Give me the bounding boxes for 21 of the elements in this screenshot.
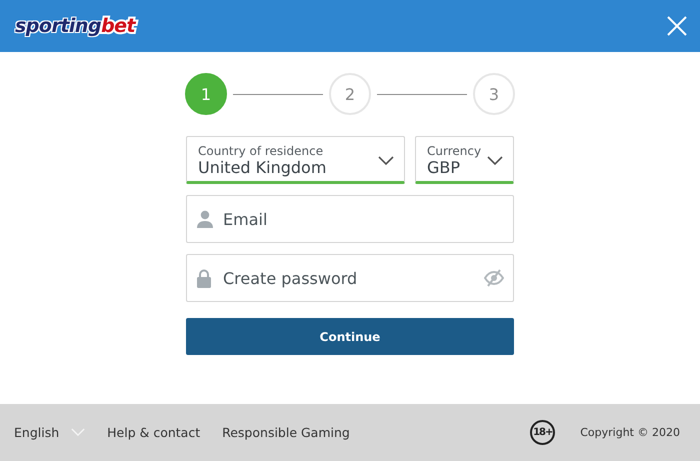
step-indicator: 2	[329, 73, 371, 115]
language-select[interactable]: English	[14, 425, 86, 440]
password-field[interactable]: Create password	[186, 254, 514, 302]
step-indicator: 3	[473, 73, 515, 115]
step-indicator: 1	[185, 73, 227, 115]
footer-link[interactable]: Responsible Gaming	[222, 425, 350, 440]
logo: sportingbet	[15, 15, 136, 37]
user-icon	[196, 210, 214, 228]
country-select[interactable]: Country of residence United Kingdom	[186, 136, 405, 184]
continue-button[interactable]: Continue	[186, 318, 514, 355]
close-button[interactable]	[666, 15, 688, 37]
chevron-down-icon	[378, 156, 394, 166]
email-field[interactable]: Email	[186, 195, 514, 243]
chevron-down-icon	[71, 428, 86, 437]
chevron-down-icon	[487, 156, 503, 166]
currency-select[interactable]: Currency GBP	[415, 136, 514, 184]
footer-link[interactable]: Help & contact	[107, 425, 200, 440]
lock-icon	[196, 269, 212, 288]
eye-slash-icon[interactable]	[484, 269, 504, 287]
copyright-text: Copyright © 2020	[580, 426, 680, 439]
age-restriction-badge: 18+	[530, 420, 556, 445]
